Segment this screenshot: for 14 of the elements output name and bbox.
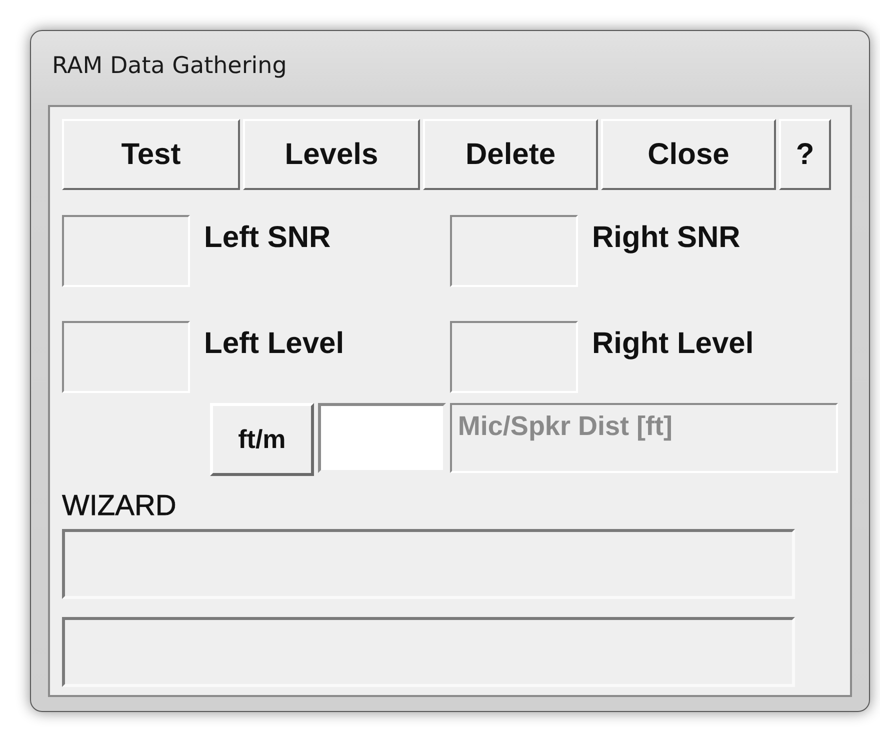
distance-caption: Mic/Spkr Dist [ft] xyxy=(450,403,838,473)
toolbar-button[interactable]: Levels xyxy=(243,119,420,190)
wizard-label: WIZARD xyxy=(62,490,178,523)
toolbar-button[interactable]: Delete xyxy=(423,119,598,190)
toolbar-button[interactable]: Test xyxy=(62,119,240,190)
readout-label: Right Level xyxy=(592,327,754,361)
readout-label: Right SNR xyxy=(592,221,740,255)
unit-toggle-button[interactable]: ft/m xyxy=(210,403,314,476)
readout-label: Left Level xyxy=(204,327,344,361)
window-title: RAM Data Gathering xyxy=(51,53,288,81)
readout-label: Left SNR xyxy=(204,221,331,255)
distance-input-field[interactable] xyxy=(318,403,446,473)
toolbar-button[interactable]: Close xyxy=(601,119,776,190)
help-button[interactable]: ? xyxy=(779,119,831,190)
